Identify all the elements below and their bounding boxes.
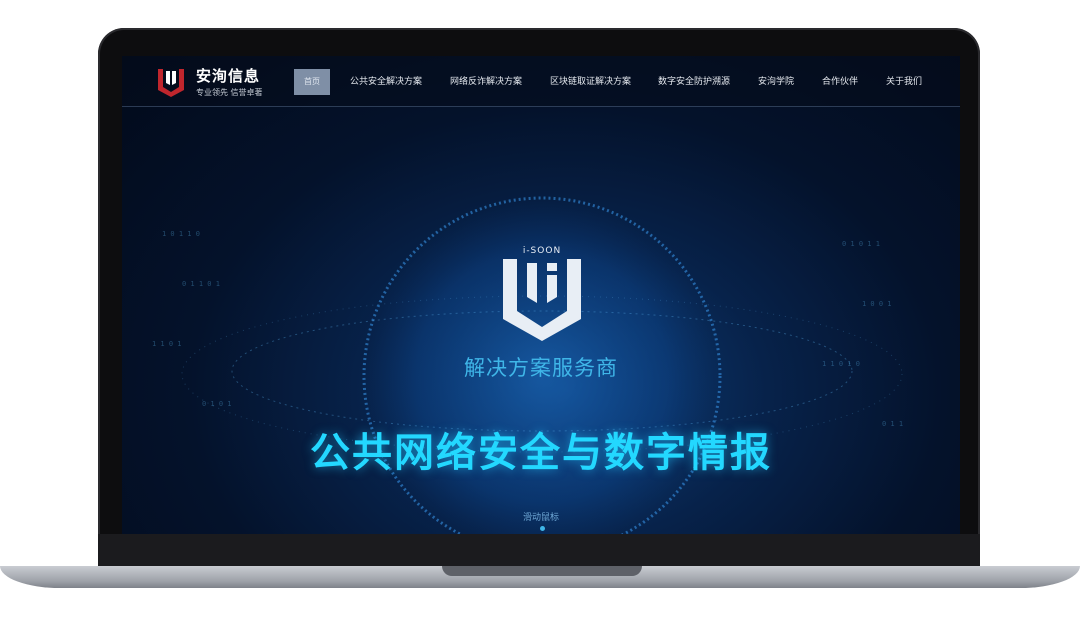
isoon-logo-icon <box>158 69 184 97</box>
top-navbar: 安洵信息 专业领先 信誉卓著 首页 公共安全解决方案 网络反诈解决方案 区块链取… <box>122 56 960 107</box>
nav-item-academy[interactable]: 安洵学院 <box>758 74 794 87</box>
svg-text:0 1 1 0 1: 0 1 1 0 1 <box>182 280 220 288</box>
nav-item-partners[interactable]: 合作伙伴 <box>822 74 858 87</box>
hero-title: 公共网络安全与数字情报 <box>310 430 772 476</box>
svg-text:1 0 0 1: 1 0 0 1 <box>862 300 892 308</box>
nav-item-home[interactable]: 首页 <box>294 69 330 95</box>
nav-item-public-security[interactable]: 公共安全解决方案 <box>350 74 422 87</box>
hero-isoon-logo: i-SOON <box>503 246 581 341</box>
nav-item-about-us[interactable]: 关于我们 <box>886 74 922 87</box>
nav-item-anti-fraud[interactable]: 网络反诈解决方案 <box>450 74 522 87</box>
nav-item-digital-security[interactable]: 数字安全防护溯源 <box>658 74 730 87</box>
svg-text:0 1 0 1 1: 0 1 0 1 1 <box>842 240 880 248</box>
browser-screen: 1 0 1 1 0 0 1 1 0 1 1 1 0 1 0 1 0 1 1 1 … <box>122 56 960 534</box>
brand-name: 安洵信息 <box>196 67 261 85</box>
svg-text:1 1 0 1: 1 1 0 1 <box>152 340 182 348</box>
scroll-hint: 滑动鼠标 <box>522 513 559 523</box>
svg-text:0 1 0 1: 0 1 0 1 <box>202 400 232 408</box>
brand-logo-link[interactable]: 安洵信息 专业领先 信誉卓著 <box>156 65 276 99</box>
hero-logo-text: i-SOON <box>523 246 561 256</box>
laptop-notch <box>442 566 642 576</box>
laptop-bezel <box>98 534 980 568</box>
hero-subtitle: 解决方案服务商 <box>464 356 618 380</box>
nav-item-blockchain-forensics[interactable]: 区块链取证解决方案 <box>550 74 631 87</box>
scroll-indicator-icon[interactable] <box>540 526 545 531</box>
brand-slogan: 专业领先 信誉卓著 <box>196 88 263 97</box>
svg-text:1 0 1 1 0: 1 0 1 1 0 <box>162 230 200 238</box>
